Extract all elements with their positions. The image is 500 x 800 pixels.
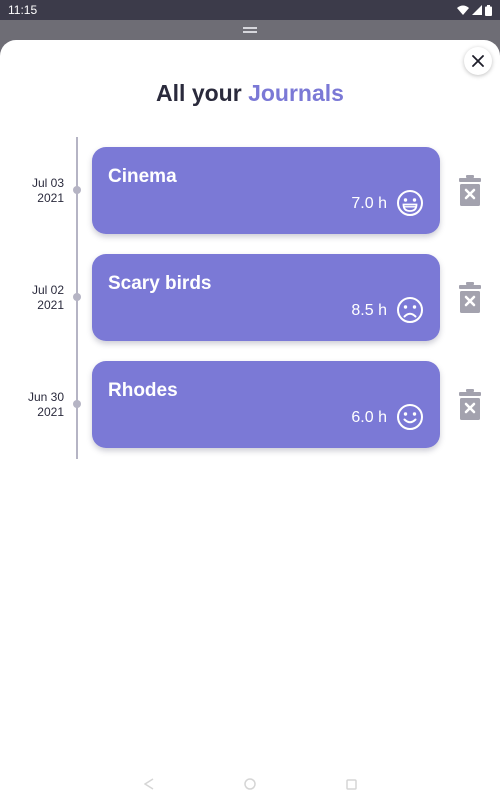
journal-title: Scary birds — [108, 273, 212, 294]
signal-icon — [472, 5, 482, 15]
journal-card[interactable]: Scary birds 8.5 h — [92, 254, 440, 341]
entry-date-year: 2021 — [37, 405, 64, 419]
journal-entry: Jul 03 2021 Cinema 7.0 h — [0, 147, 500, 235]
page-title-accent: Journals — [248, 80, 344, 106]
home-icon[interactable] — [243, 778, 256, 790]
timeline-dot — [73, 400, 81, 408]
grinning-face-icon — [397, 190, 423, 216]
entry-date-day: Jul 03 — [31, 176, 64, 190]
back-icon[interactable] — [143, 778, 154, 790]
journal-hours: 6.0 h — [351, 409, 387, 426]
entry-date-day: Jul 02 — [31, 283, 64, 297]
timeline-dot — [73, 293, 81, 301]
status-time: 11:15 — [8, 3, 38, 17]
trash-icon — [459, 282, 481, 313]
delete-button[interactable] — [458, 282, 482, 314]
sheet-drag-handle[interactable] — [243, 27, 257, 33]
delete-button[interactable] — [458, 389, 482, 421]
trash-icon — [459, 175, 481, 206]
entry-date-year: 2021 — [37, 191, 64, 205]
status-icons — [457, 4, 492, 16]
entry-date: Jul 02 2021 — [14, 283, 64, 313]
smiling-face-icon — [397, 404, 423, 430]
page-title-prefix: All your — [156, 80, 242, 106]
journal-card[interactable]: Rhodes 6.0 h — [92, 361, 440, 448]
journal-card[interactable]: Cinema 7.0 h — [92, 147, 440, 234]
page-title: All your Journals — [0, 80, 500, 107]
battery-icon — [485, 4, 492, 16]
timeline-dot — [73, 186, 81, 194]
journal-title: Cinema — [108, 166, 177, 187]
journal-entry: Jun 30 2021 Rhodes 6.0 h — [0, 361, 500, 449]
sad-face-icon — [397, 297, 423, 323]
entry-date-day: Jun 30 — [27, 390, 64, 404]
entry-date: Jun 30 2021 — [14, 390, 64, 420]
delete-button[interactable] — [458, 175, 482, 207]
entry-date-year: 2021 — [37, 298, 64, 312]
journal-entry: Jul 02 2021 Scary birds 8.5 h — [0, 254, 500, 342]
journal-hours: 7.0 h — [351, 195, 387, 212]
trash-icon — [459, 389, 481, 420]
wifi-icon — [457, 5, 469, 15]
system-nav-bar — [0, 768, 500, 800]
close-icon — [472, 55, 484, 67]
journal-hours: 8.5 h — [351, 302, 387, 319]
entry-date: Jul 03 2021 — [14, 176, 64, 206]
journal-title: Rhodes — [108, 380, 178, 401]
recents-icon[interactable] — [345, 778, 357, 790]
status-bar: 11:15 — [0, 0, 500, 20]
close-button[interactable] — [464, 47, 492, 75]
